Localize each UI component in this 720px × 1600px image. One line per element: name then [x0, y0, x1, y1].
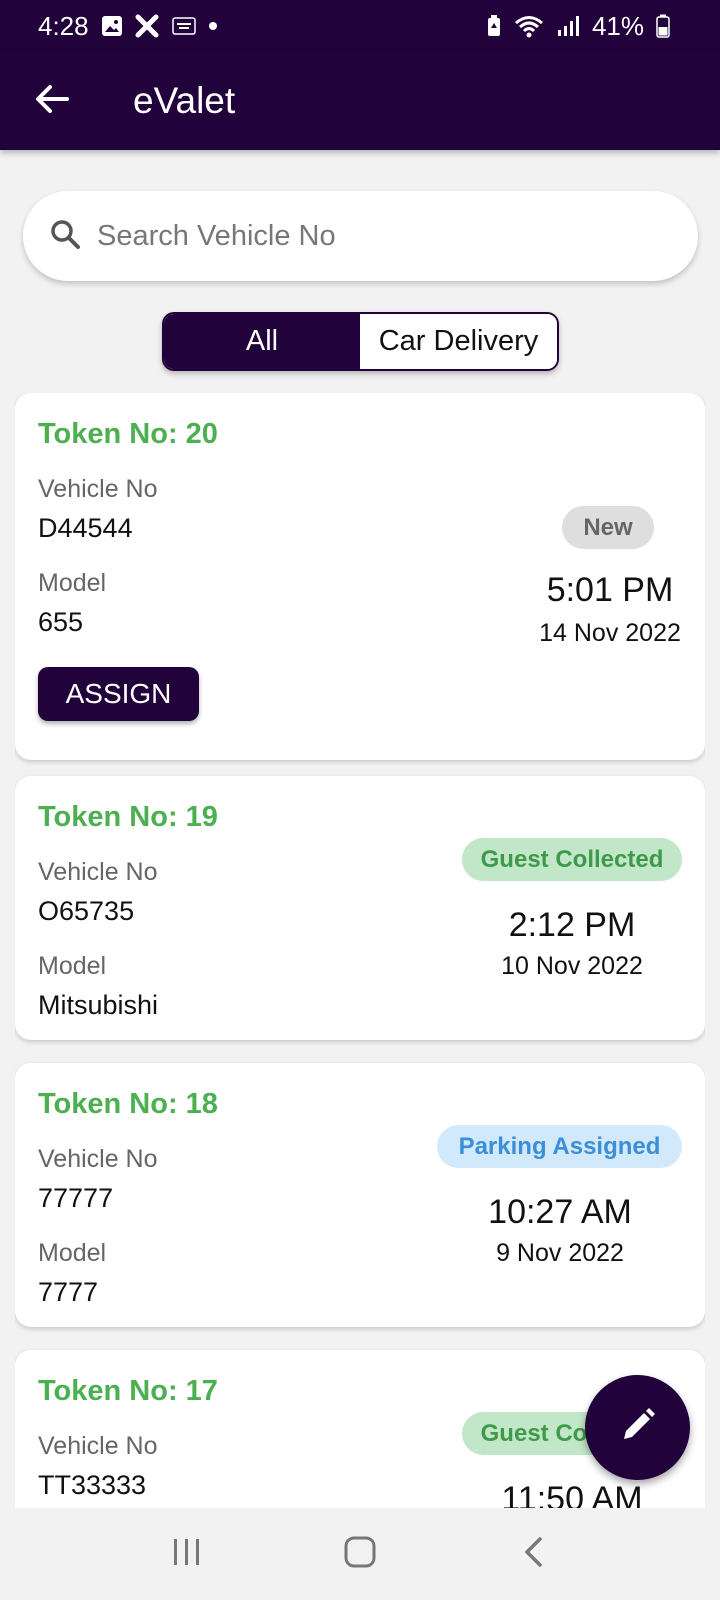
model-label: Model: [38, 952, 107, 980]
token-list[interactable]: Token No: 20 Vehicle No D44544 Model 655…: [15, 393, 705, 1508]
model-value: 655: [38, 607, 84, 637]
filter-toggle: All Car Delivery: [162, 312, 559, 371]
signal-icon: [556, 14, 580, 38]
model-value: Mitsubishi: [38, 990, 159, 1020]
time-value: 5:01 PM: [546, 571, 674, 609]
arrow-left-icon: [35, 84, 69, 119]
battery-icon: [656, 14, 670, 38]
vehicle-no-value: D44544: [38, 513, 133, 543]
vehicle-no-value: TT33333: [38, 1470, 147, 1500]
vehicle-no-value: O65735: [38, 896, 135, 926]
assign-button[interactable]: ASSIGN: [38, 667, 199, 721]
vehicle-no-label: Vehicle No: [38, 475, 158, 503]
time-value: 11:50 AM: [501, 1480, 643, 1508]
vehicle-no-label: Vehicle No: [38, 1432, 158, 1460]
time-value: 2:12 PM: [508, 906, 636, 944]
token-number: Token No: 19: [38, 801, 218, 833]
back-nav-icon: [522, 1536, 544, 1573]
battery-percent: 41%: [591, 10, 644, 41]
date-value: 14 Nov 2022: [539, 619, 681, 647]
token-number: Token No: 20: [38, 418, 218, 450]
dot-icon: [208, 22, 217, 30]
vehicle-no-label: Vehicle No: [38, 858, 158, 886]
pencil-icon: [618, 1405, 658, 1450]
edit-fab-button[interactable]: [585, 1375, 690, 1480]
back-nav-button[interactable]: [503, 1524, 563, 1584]
time-value: 10:27 AM: [488, 1193, 632, 1231]
live-cricket-tv-icon: [171, 14, 197, 38]
page-title: eValet: [133, 80, 236, 121]
filter-car-delivery-button[interactable]: Car Delivery: [360, 314, 557, 369]
date-value: 9 Nov 2022: [496, 1239, 624, 1267]
token-card[interactable]: Token No: 18 Vehicle No 77777 Model 7777…: [15, 1063, 705, 1327]
status-bar-left: 4:28: [38, 11, 217, 42]
status-badge: New: [562, 506, 654, 549]
status-time: 4:28: [38, 10, 89, 41]
token-number: Token No: 17: [38, 1375, 218, 1407]
wifi-icon: [514, 14, 544, 38]
home-button[interactable]: [330, 1524, 390, 1584]
x-app-icon: [135, 14, 159, 38]
status-bar-right: 41%: [486, 11, 670, 42]
model-label: Model: [38, 569, 107, 597]
battery-saver-icon: [486, 14, 502, 38]
filter-all-button[interactable]: All: [164, 314, 360, 369]
token-card[interactable]: Token No: 19 Vehicle No O65735 Model Mit…: [15, 776, 705, 1040]
search-bar[interactable]: [23, 191, 698, 281]
vehicle-no-value: 77777: [38, 1183, 114, 1213]
gallery-icon: [101, 15, 123, 37]
status-bar: 4:28 41%: [0, 0, 720, 52]
home-icon: [344, 1536, 376, 1573]
date-value: 10 Nov 2022: [501, 952, 643, 980]
token-number: Token No: 18: [38, 1088, 218, 1120]
model-label: Model: [38, 1239, 107, 1267]
vehicle-no-label: Vehicle No: [38, 1145, 158, 1173]
status-badge: Guest Collected: [462, 838, 682, 881]
app-bar: eValet: [0, 52, 720, 150]
recent-apps-icon: [172, 1537, 202, 1572]
status-badge: Parking Assigned: [437, 1125, 682, 1168]
search-icon: [49, 218, 81, 255]
model-value: 7777: [38, 1277, 99, 1307]
back-button[interactable]: [22, 71, 82, 131]
system-nav-bar: [0, 1508, 720, 1600]
search-input[interactable]: [97, 219, 657, 253]
recent-apps-button[interactable]: [157, 1524, 217, 1584]
token-card[interactable]: Token No: 20 Vehicle No D44544 Model 655…: [15, 393, 705, 760]
